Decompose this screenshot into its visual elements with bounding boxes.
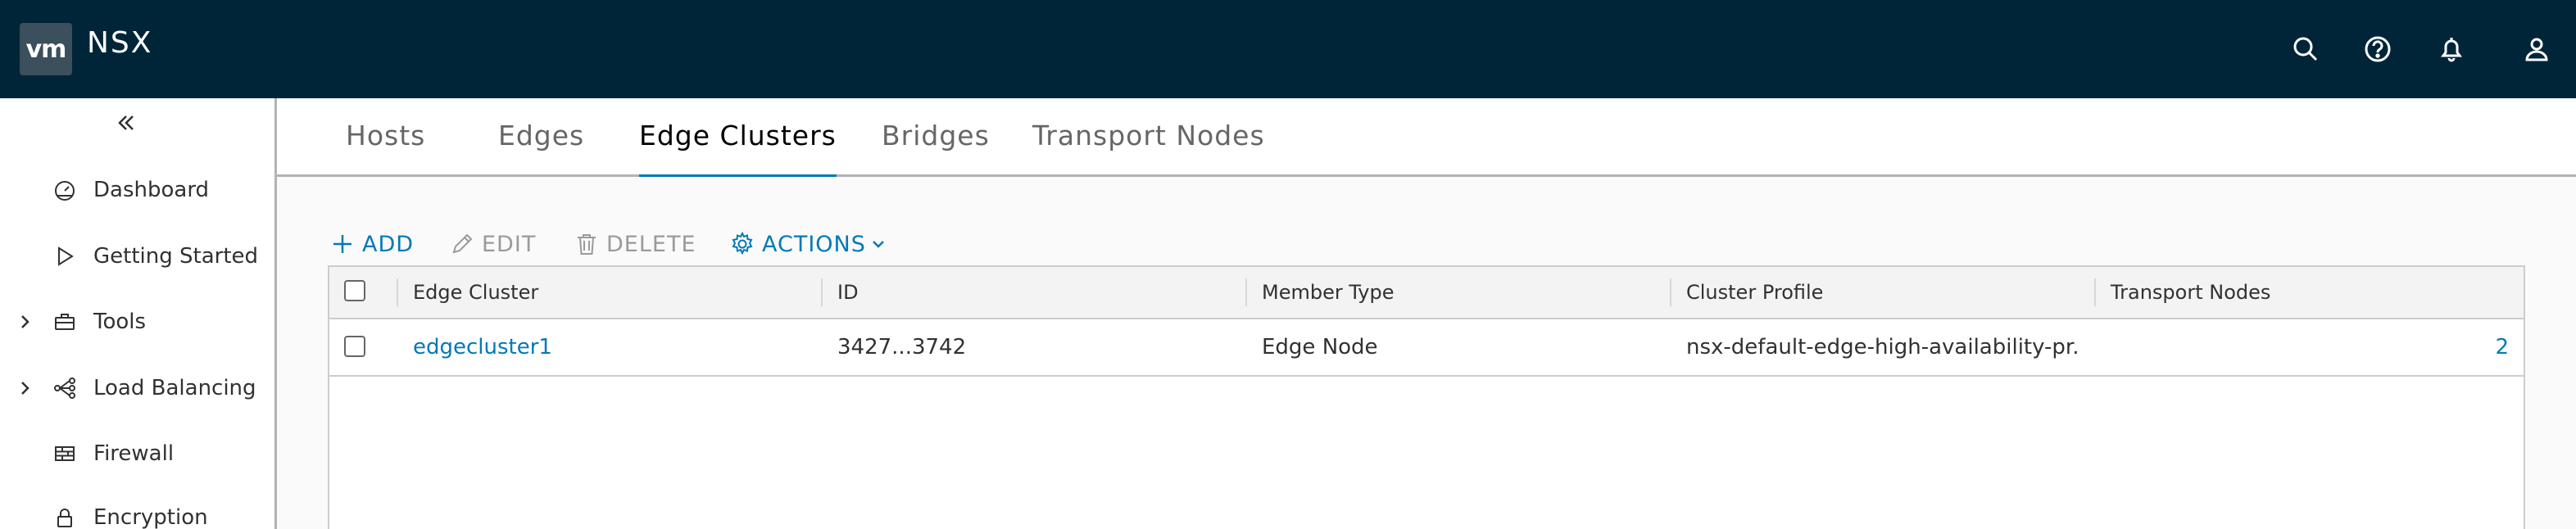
gear-icon [732,231,753,255]
delete-button-label: DELETE [606,231,696,257]
pencil-icon [452,233,473,254]
member-type: Edge Node [1262,335,1378,359]
sidebar-item-tools[interactable]: Tools [0,297,274,346]
edit-button-label: EDIT [482,231,537,257]
column-separator [397,278,398,306]
table-row[interactable]: edgecluster1 3427...3742 Edge Node nsx-d… [329,319,2524,377]
sidebar-item-label: Dashboard [93,178,210,202]
load-balancer-icon [51,374,79,402]
play-icon [51,242,79,270]
grid-header: Edge Cluster ID Member Type Cluster Prof… [329,267,2524,319]
edge-cluster-id: 3427...3742 [837,335,967,359]
delete-button[interactable]: DELETE [574,228,696,260]
edge-clusters-grid: Edge Cluster ID Member Type Cluster Prof… [328,265,2525,529]
chevron-down-icon [873,241,884,248]
actions-menu-button[interactable]: ACTIONS [729,228,886,260]
top-header: vm NSX [0,0,2576,98]
column-header-member-type[interactable]: Member Type [1262,267,1394,318]
column-separator[interactable] [821,278,823,306]
column-header-id[interactable]: ID [837,267,859,318]
sidebar-item-encryption[interactable]: Encryption [0,493,274,529]
help-icon[interactable] [2358,29,2397,69]
add-button[interactable]: ADD [329,228,414,260]
tab-transport-nodes[interactable]: Transport Nodes [1032,120,1265,177]
collapse-sidebar-icon[interactable] [113,110,139,136]
sidebar-item-label: Firewall [93,441,175,466]
sidebar-item-label: Encryption [93,505,208,529]
tab-hosts[interactable]: Hosts [346,120,425,177]
dashboard-icon [51,176,79,204]
app-name: NSX [87,26,153,60]
cluster-profile: nsx-default-edge-high-availability-pr... [1686,335,2079,359]
firewall-icon [51,440,79,468]
column-separator[interactable] [1245,278,1247,306]
column-header-cluster-profile[interactable]: Cluster Profile [1686,267,1823,318]
tab-edges[interactable]: Edges [498,120,584,177]
chevron-right-icon[interactable] [15,312,34,332]
sidebar-item-label: Getting Started [93,244,259,269]
vmware-logo: vm [20,23,72,75]
chevron-right-icon[interactable] [15,378,34,398]
column-separator[interactable] [2094,278,2096,306]
row-select-checkbox[interactable] [344,336,365,357]
edge-cluster-name-link[interactable]: edgecluster1 [413,319,806,375]
sidebar-item-dashboard[interactable]: Dashboard [0,165,274,215]
sidebar-item-getting-started[interactable]: Getting Started [0,232,274,281]
tab-bridges[interactable]: Bridges [882,120,990,177]
sidebar-item-firewall[interactable]: Firewall [0,429,274,478]
user-icon[interactable] [2517,29,2556,69]
actions-button-label: ACTIONS [762,231,866,257]
add-button-label: ADD [362,231,415,257]
lock-icon [51,504,79,529]
trash-icon [578,234,596,255]
column-header-transport-nodes[interactable]: Transport Nodes [2111,267,2270,318]
column-separator[interactable] [1670,278,1671,306]
sidebar-nav: Dashboard Getting Started Tools Load Bal… [0,98,277,529]
main-content: ADD EDIT DELETE ACTIONS Edge Cluster ID … [277,177,2576,529]
sidebar-item-load-balancing[interactable]: Load Balancing [0,364,274,413]
notifications-bell-icon[interactable] [2432,29,2471,69]
sidebar-item-label: Load Balancing [93,376,256,400]
plus-icon [333,235,351,253]
tab-edge-clusters[interactable]: Edge Clusters [639,120,837,179]
search-icon[interactable] [2286,29,2325,69]
tab-bar: Hosts Edges Edge Clusters Bridges Transp… [277,98,2576,179]
column-header-edge-cluster[interactable]: Edge Cluster [413,267,538,318]
select-all-checkbox[interactable] [344,280,365,301]
transport-nodes-count-link[interactable]: 2 [2111,319,2509,375]
edit-button[interactable]: EDIT [449,228,536,260]
toolbox-icon [51,308,79,336]
sidebar-item-label: Tools [93,310,147,334]
